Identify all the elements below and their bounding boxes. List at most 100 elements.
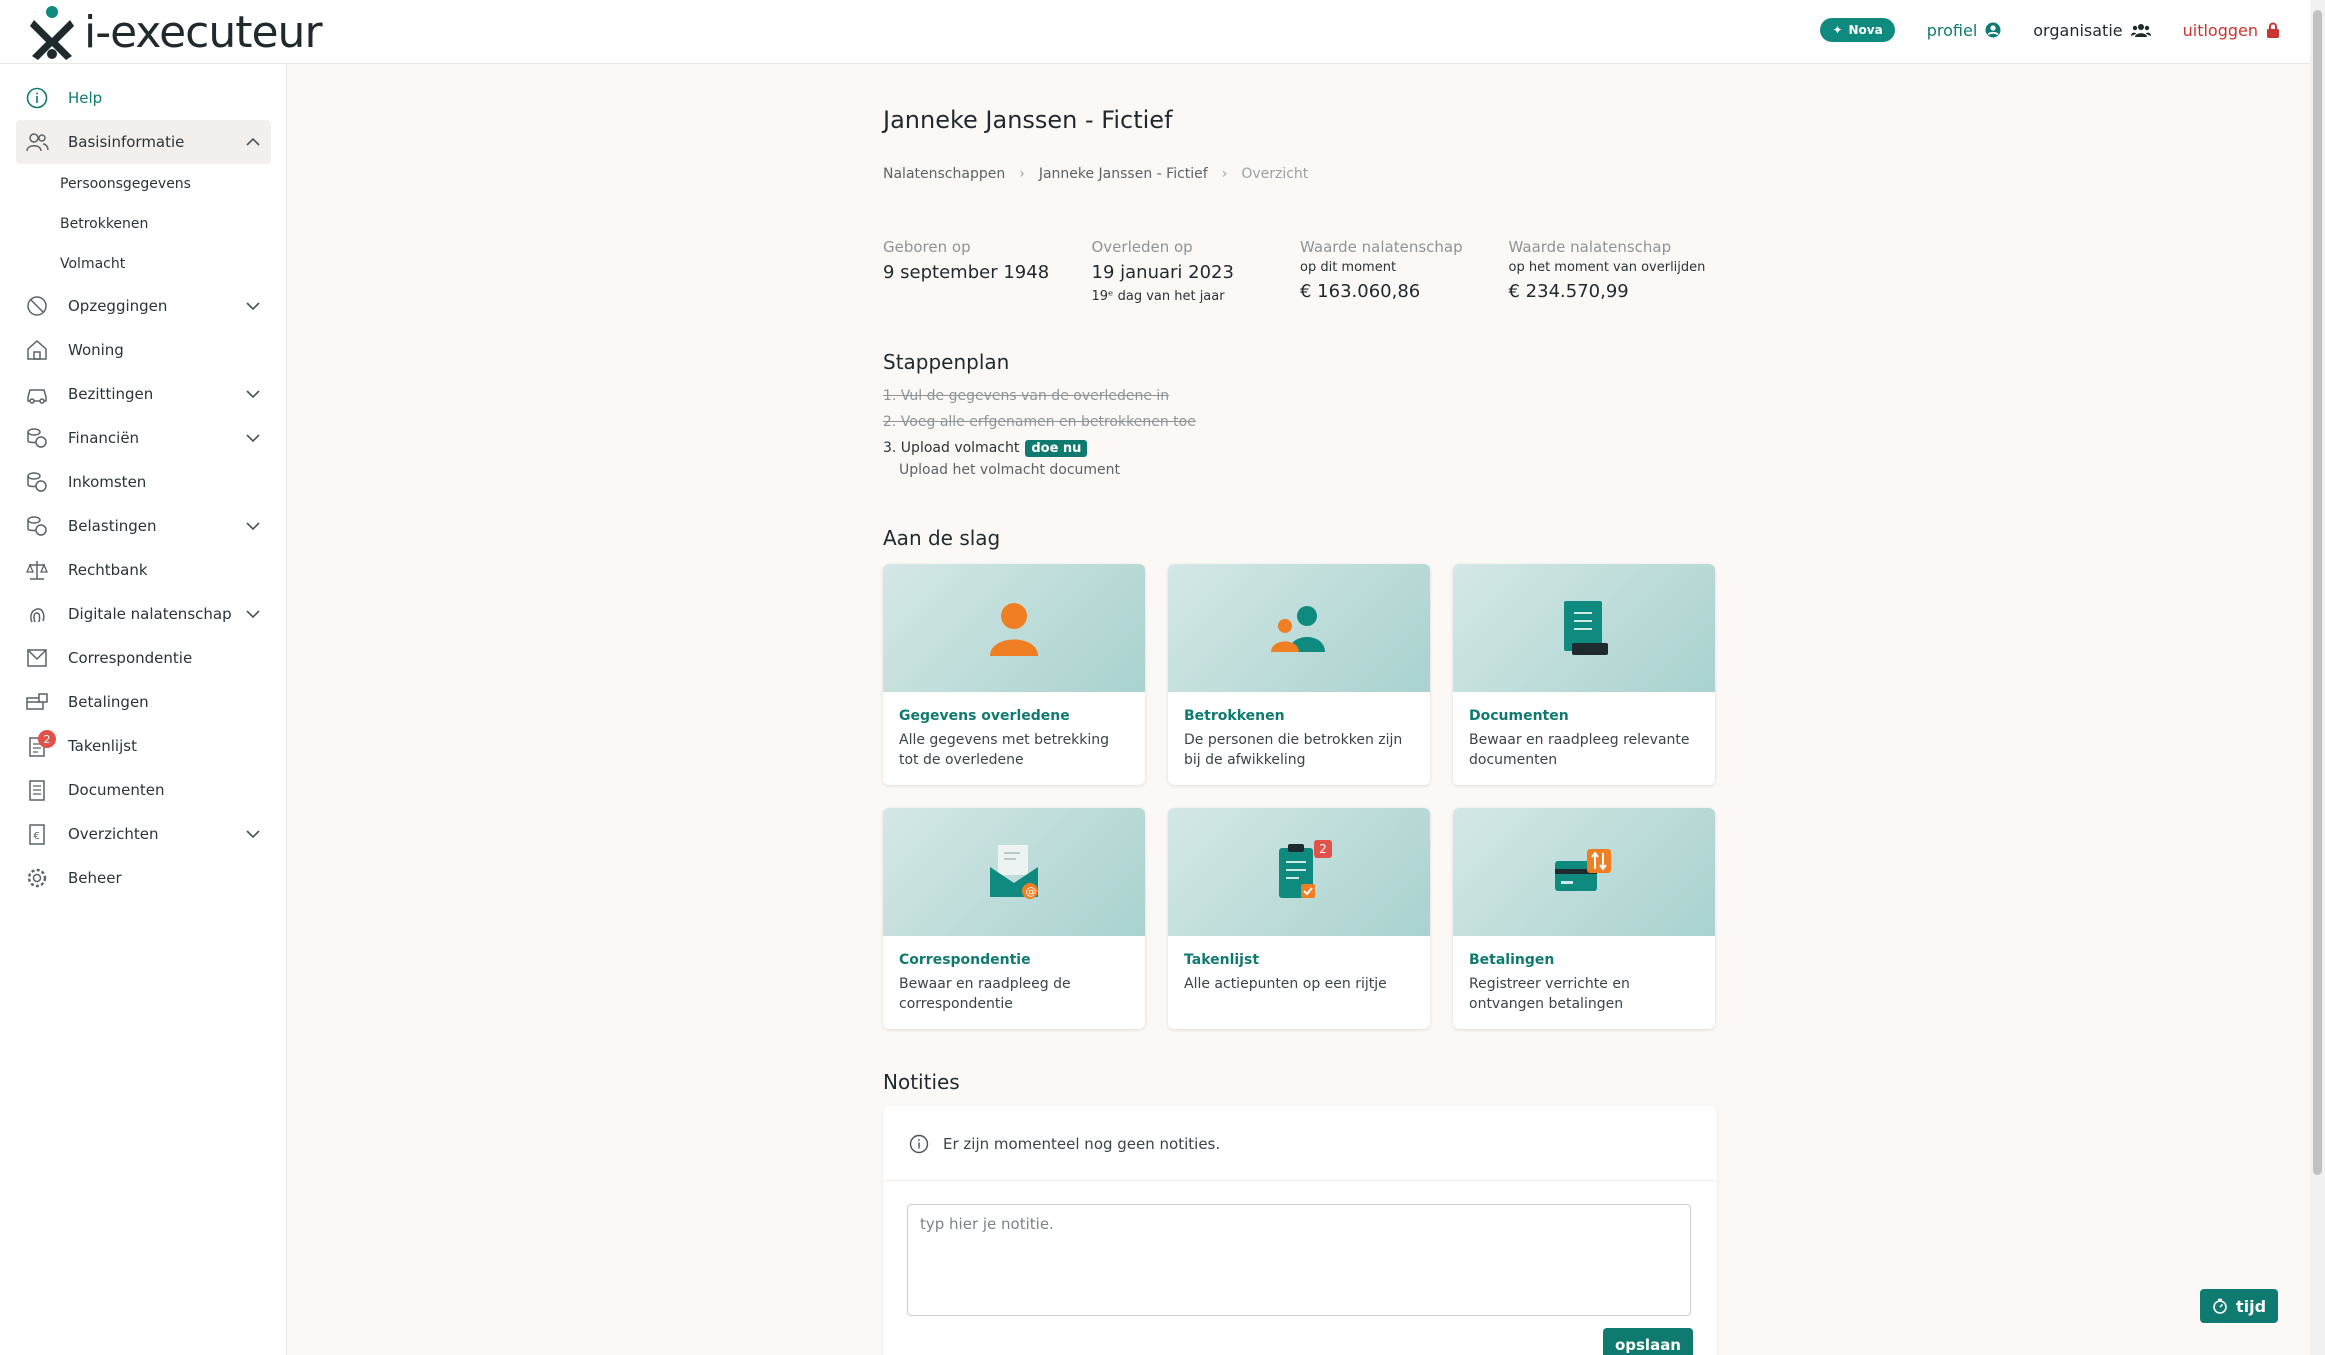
stat-note: 19ᵉ dag van het jaar (1091, 289, 1225, 304)
sidebar-item-overzichten[interactable]: € Overzichten (16, 812, 271, 856)
document-icon (1564, 601, 1608, 655)
card-title: Correspondentie (899, 952, 1031, 968)
scrollbar-thumb[interactable] (2313, 10, 2322, 1175)
page-scrollbar[interactable] (2310, 0, 2325, 1355)
stat-value: 9 september 1948 (883, 262, 1050, 283)
card-illustration (883, 564, 1145, 692)
card-documenten[interactable]: Documenten Bewaar en raadpleeg relevante… (1453, 564, 1715, 785)
sidebar-item-woning[interactable]: Woning (16, 328, 271, 372)
sidebar-item-rechtbank[interactable]: Rechtbank (16, 548, 271, 592)
sidebar-item-help[interactable]: Help (16, 76, 271, 120)
sidebar-item-takenlijst[interactable]: 2 Takenlijst (16, 724, 271, 768)
page-title: Janneke Janssen - Fictief (883, 106, 1173, 134)
sidebar-item-opzeggingen[interactable]: Opzeggingen (16, 284, 271, 328)
sidebar-item-label: Opzeggingen (68, 297, 168, 315)
card-desc: Registreer verrichte en ontvangen betali… (1469, 976, 1630, 1012)
sidebar-item-belastingen[interactable]: Belastingen (16, 504, 271, 548)
card-illustration: 2 (1168, 808, 1430, 936)
user-circle-icon (1985, 22, 2001, 38)
chevron-down-icon (246, 522, 260, 531)
card-title: Betrokkenen (1184, 708, 1285, 724)
stat-died: Overleden op 19 januari 2023 19ᵉ dag van… (1092, 238, 1301, 304)
sidebar-item-financien[interactable]: Financiën (16, 416, 271, 460)
sidebar-item-label: Beheer (68, 869, 122, 887)
save-note-button[interactable]: opslaan (1602, 1328, 1693, 1355)
stat-estate-now: Waarde nalatenschap op dit moment € 163.… (1300, 238, 1509, 304)
logout-link[interactable]: uitloggen (2183, 21, 2280, 40)
logo-icon (30, 6, 74, 60)
organisation-link[interactable]: organisatie (2033, 21, 2151, 40)
logout-link-label: uitloggen (2182, 20, 2258, 40)
divider (883, 1180, 1717, 1181)
sidebar-item-bezittingen[interactable]: Bezittingen (16, 372, 271, 416)
profile-link-label: profiel (1926, 20, 1978, 40)
card-desc: De personen die betrokken zijn bij de af… (1184, 732, 1403, 768)
coins-icon (24, 425, 50, 451)
card-desc: Bewaar en raadpleeg relevante documenten (1469, 732, 1690, 768)
card-correspondentie[interactable]: @ Correspondentie Bewaar en raadpleeg de… (883, 808, 1145, 1029)
sidebar-item-correspondentie[interactable]: Correspondentie (16, 636, 271, 680)
sidebar-item-label: Financiën (68, 429, 140, 447)
sidebar-item-betalingen[interactable]: Betalingen (16, 680, 271, 724)
sidebar-item-digitale-nalatenschap[interactable]: Digitale nalatenschap (16, 592, 271, 636)
sidebar-subitem-betrokkenen[interactable]: Betrokkenen (16, 204, 271, 244)
step-3-sub: Upload het volmacht document (899, 462, 1121, 478)
notes-empty-message: Er zijn momenteel nog geen notities. (909, 1134, 1220, 1154)
stat-estate-death: Waarde nalatenschap op het moment van ov… (1509, 238, 1718, 304)
card-title: Takenlijst (1184, 952, 1260, 968)
card-betrokkenen[interactable]: Betrokkenen De personen die betrokken zi… (1168, 564, 1430, 785)
coins-icon (24, 469, 50, 495)
sidebar-item-label: Help (68, 89, 103, 107)
takenlijst-card-badge: 2 (1314, 840, 1332, 858)
card-illustration (1453, 564, 1715, 692)
logo[interactable]: i-executeur (28, 4, 323, 60)
aan-de-slag-title: Aan de slag (883, 526, 1001, 550)
chevron-up-icon (246, 137, 260, 146)
users-icon (2130, 24, 2151, 37)
sidebar-subitem-persoonsgegevens[interactable]: Persoonsgegevens (16, 164, 271, 204)
card-illustration: @ (883, 808, 1145, 936)
sidebar-item-label: Belastingen (68, 517, 157, 535)
doe-nu-button[interactable]: doe nu (1025, 440, 1088, 457)
nova-button[interactable]: ✦ Nova (1820, 18, 1895, 42)
sidebar-item-label: Overzichten (68, 825, 159, 843)
magic-icon: ✦ (1832, 23, 1843, 37)
notes-panel: Er zijn momenteel nog geen notities. ops… (883, 1106, 1717, 1355)
sidebar-item-documenten[interactable]: Documenten (16, 768, 271, 812)
stat-label: Waarde nalatenschap (1300, 238, 1463, 256)
sidebar-item-inkomsten[interactable]: Inkomsten (16, 460, 271, 504)
profile-link[interactable]: profiel (1927, 21, 2002, 40)
top-header: i-executeur ✦ Nova profiel organisatie u… (0, 0, 2310, 64)
step-1: 1. Vul de gegevens van de overledene in (883, 388, 1170, 404)
stappenplan-steps: 1. Vul de gegevens van de overledene in … (883, 388, 1196, 478)
person-icon (990, 603, 1038, 656)
people-icon (1271, 606, 1325, 652)
card-takenlijst[interactable]: 2 Takenlijst Alle actiepunten op een rij… (1168, 808, 1430, 1029)
lock-icon (2267, 22, 2279, 38)
people-icon (24, 129, 50, 155)
time-tracker-label: tijd (2235, 1296, 2267, 1316)
breadcrumb-item-nalatenschappen[interactable]: Nalatenschappen (883, 166, 1005, 182)
svg-text:@: @ (1026, 885, 1037, 898)
note-input[interactable] (907, 1204, 1691, 1316)
sidebar-subitem-volmacht[interactable]: Volmacht (16, 244, 271, 284)
stat-label: Overleden op (1091, 238, 1193, 256)
sidebar-item-beheer[interactable]: Beheer (16, 856, 271, 900)
step-3: 3. Upload volmacht doe nu (883, 440, 1196, 457)
stat-sub: op dit moment (1300, 260, 1397, 275)
chevron-down-icon (246, 434, 260, 443)
stat-label: Waarde nalatenschap (1508, 238, 1672, 256)
cancel-circle-icon (24, 293, 50, 319)
envelope-icon: @ (990, 845, 1038, 899)
breadcrumb-item-estate[interactable]: Janneke Janssen - Fictief (1039, 166, 1208, 182)
breadcrumb: Nalatenschappen › Janneke Janssen - Fict… (883, 166, 1308, 182)
card-betalingen[interactable]: Betalingen Registreer verrichte en ontva… (1453, 808, 1715, 1029)
sidebar-item-basisinformatie[interactable]: Basisinformatie (16, 120, 271, 164)
time-tracker-button[interactable]: tijd (2200, 1289, 2278, 1323)
sidebar-item-label: Inkomsten (68, 473, 147, 491)
stat-value: € 163.060,86 (1300, 281, 1421, 302)
sidebar-subitem-label: Betrokkenen (60, 216, 149, 232)
card-title: Betalingen (1469, 952, 1555, 968)
card-gegevens-overledene[interactable]: Gegevens overledene Alle gegevens met be… (883, 564, 1145, 785)
stat-born: Geboren op 9 september 1948 (883, 238, 1092, 304)
